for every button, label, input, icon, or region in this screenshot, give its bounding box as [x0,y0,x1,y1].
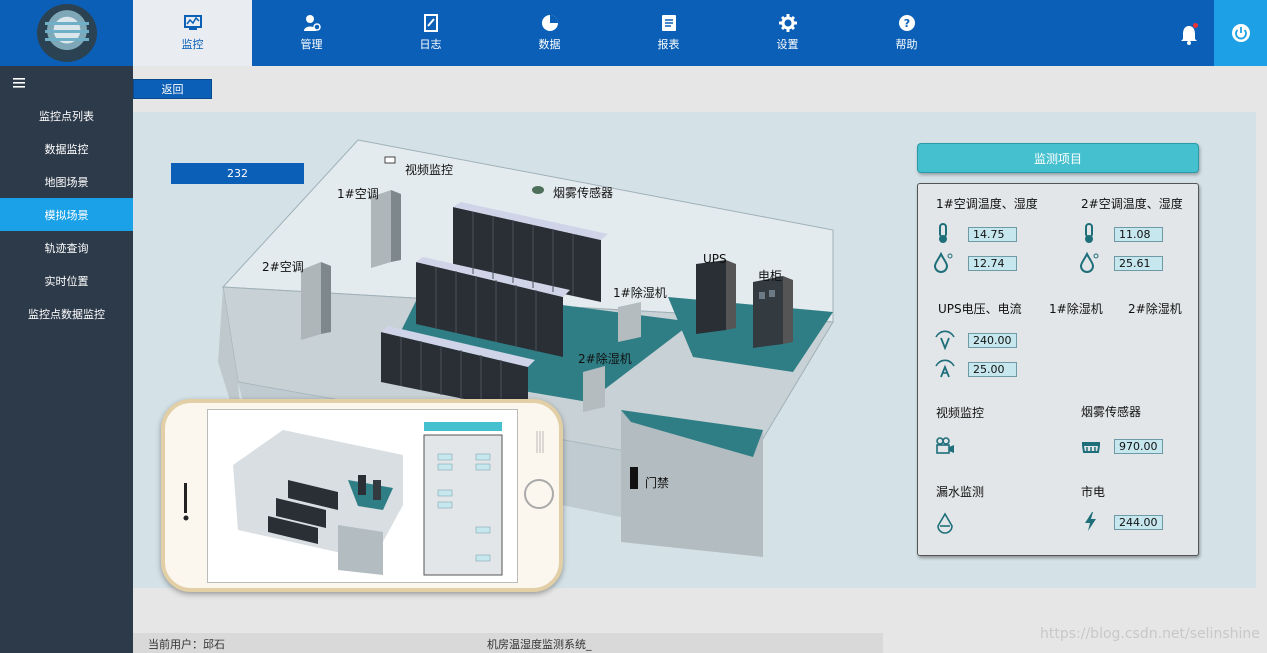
nav-label: 管理 [300,38,323,51]
home-button-icon [524,479,554,509]
nav-label: 设置 [776,38,799,51]
sidebar-item-label: 轨迹查询 [44,241,89,255]
log-book-icon [423,14,438,32]
sidebar-item-label: 监控点列表 [39,109,94,123]
dehum1-title: 1#除湿机 [1049,302,1103,316]
humidity-icon [1079,251,1099,273]
svg-text:?: ? [903,17,909,30]
mains-value: 244.00 [1114,515,1163,530]
gear-icon [778,14,797,32]
label-door: 门禁 [645,476,670,490]
ac2-title: 2#空调温度、湿度 [1081,197,1183,211]
help-icon: ? [898,15,915,31]
nav-label: 监控 [181,38,204,51]
nav-label: 报表 [657,38,680,51]
nav-label: 日志 [419,38,442,51]
label-ups: UPS [703,252,727,266]
current-user: 当前用户：邱石 [148,638,225,651]
sidebar-item-point-data-monitor[interactable]: 监控点数据监控 [0,297,133,330]
nav-data[interactable]: 数据 [490,0,609,66]
main-nav: 监控 管理 日志 数据 报表 设置 ? 帮助 [133,0,966,66]
smoke-value: 970.00 [1114,439,1163,454]
sidebar-item-label: 地图场景 [44,175,89,189]
label-video: 视频监控 [405,163,454,177]
thermometer-icon [939,223,947,243]
lightning-icon [1085,512,1096,531]
sidebar-item-data-monitor[interactable]: 数据监控 [0,132,133,165]
app-logo [0,0,133,66]
leak-title: 漏水监测 [936,485,985,499]
ac1-title: 1#空调温度、湿度 [936,197,1038,211]
monitor-header[interactable]: 监测项目 [917,143,1199,173]
sidebar-item-sim-scene[interactable]: 模拟场景 [0,198,133,231]
scene-counter: 232 [171,163,304,184]
nav-label: 数据 [538,38,561,51]
ac1-temp-value: 14.75 [968,227,1017,242]
nav-monitor[interactable]: 监控 [133,0,252,66]
notification-dot [1193,23,1198,28]
watermark: https://blog.csdn.net/selinshine [1040,626,1260,642]
nav-settings[interactable]: 设置 [728,0,847,66]
nav-report[interactable]: 报表 [609,0,728,66]
label-smoke: 烟雾传感器 [553,186,614,200]
sidebar-item-label: 实时位置 [44,274,89,288]
sidebar-item-track-query[interactable]: 轨迹查询 [0,231,133,264]
pie-chart-icon [541,15,558,31]
smoke-title: 烟雾传感器 [1081,405,1142,419]
sidebar-item-label: 监控点数据监控 [28,307,105,321]
ac2-temp-value: 11.08 [1114,227,1163,242]
ac1-humidity-value: 12.74 [968,256,1017,271]
mains-title: 市电 [1081,485,1106,499]
sidebar-item-map-scene[interactable]: 地图场景 [0,165,133,198]
ups-title: UPS电压、电流 [938,302,1022,316]
status-bar: 当前用户：邱石 机房温湿度监测系统_ [133,633,883,653]
water-leak-icon [937,512,953,534]
phone-side-button [183,483,189,521]
label-dehum2: 2#除湿机 [578,352,632,366]
nav-log[interactable]: 日志 [371,0,490,66]
phone-screen-preview [208,410,517,582]
power-icon [1231,24,1250,42]
video-title: 视频监控 [936,406,985,420]
monitor-panel: 1#空调温度、湿度 2#空调温度、湿度 14.75 12.74 11.08 25… [917,183,1199,556]
label-cabinet: 电柜 [758,269,783,283]
current-icon [935,359,955,378]
sidebar-item-label: 模拟场景 [44,208,89,222]
dehum2-title: 2#除湿机 [1128,302,1182,316]
sidebar-item-label: 数据监控 [44,142,89,156]
hamburger-icon [13,77,25,88]
system-name: 机房温湿度监测系统_ [487,638,592,651]
ac2-humidity-value: 25.61 [1114,256,1163,271]
sidebar: 监控点列表 数据监控 地图场景 模拟场景 轨迹查询 实时位置 监控点数据监控 [0,66,133,653]
monitor-chart-icon [183,15,202,30]
report-icon [661,15,676,31]
humidity-icon [933,251,953,273]
ups-voltage-value: 240.00 [968,333,1017,348]
voltage-icon [935,330,955,351]
thermometer-icon [1085,223,1093,243]
ups-current-value: 25.00 [968,362,1017,377]
power-button[interactable] [1214,0,1267,66]
video-camera-icon[interactable] [934,434,956,456]
sidebar-item-realtime-position[interactable]: 实时位置 [0,264,133,297]
label-ac2: 2#空调 [262,260,304,274]
nav-manage[interactable]: 管理 [252,0,371,66]
menu-toggle[interactable] [0,66,133,99]
label-ac1: 1#空调 [337,187,379,201]
nav-label: 帮助 [895,38,918,51]
back-button[interactable]: 返回 [133,79,212,99]
sidebar-item-point-list[interactable]: 监控点列表 [0,99,133,132]
top-bar: 监控 管理 日志 数据 报表 设置 ? 帮助 [0,0,1267,66]
phone-screen [207,409,518,583]
smoke-sensor-icon [1082,442,1100,453]
phone-speaker [536,431,544,453]
label-dehum1: 1#除湿机 [613,286,667,300]
nav-help[interactable]: ? 帮助 [847,0,966,66]
user-settings-icon [303,15,321,31]
